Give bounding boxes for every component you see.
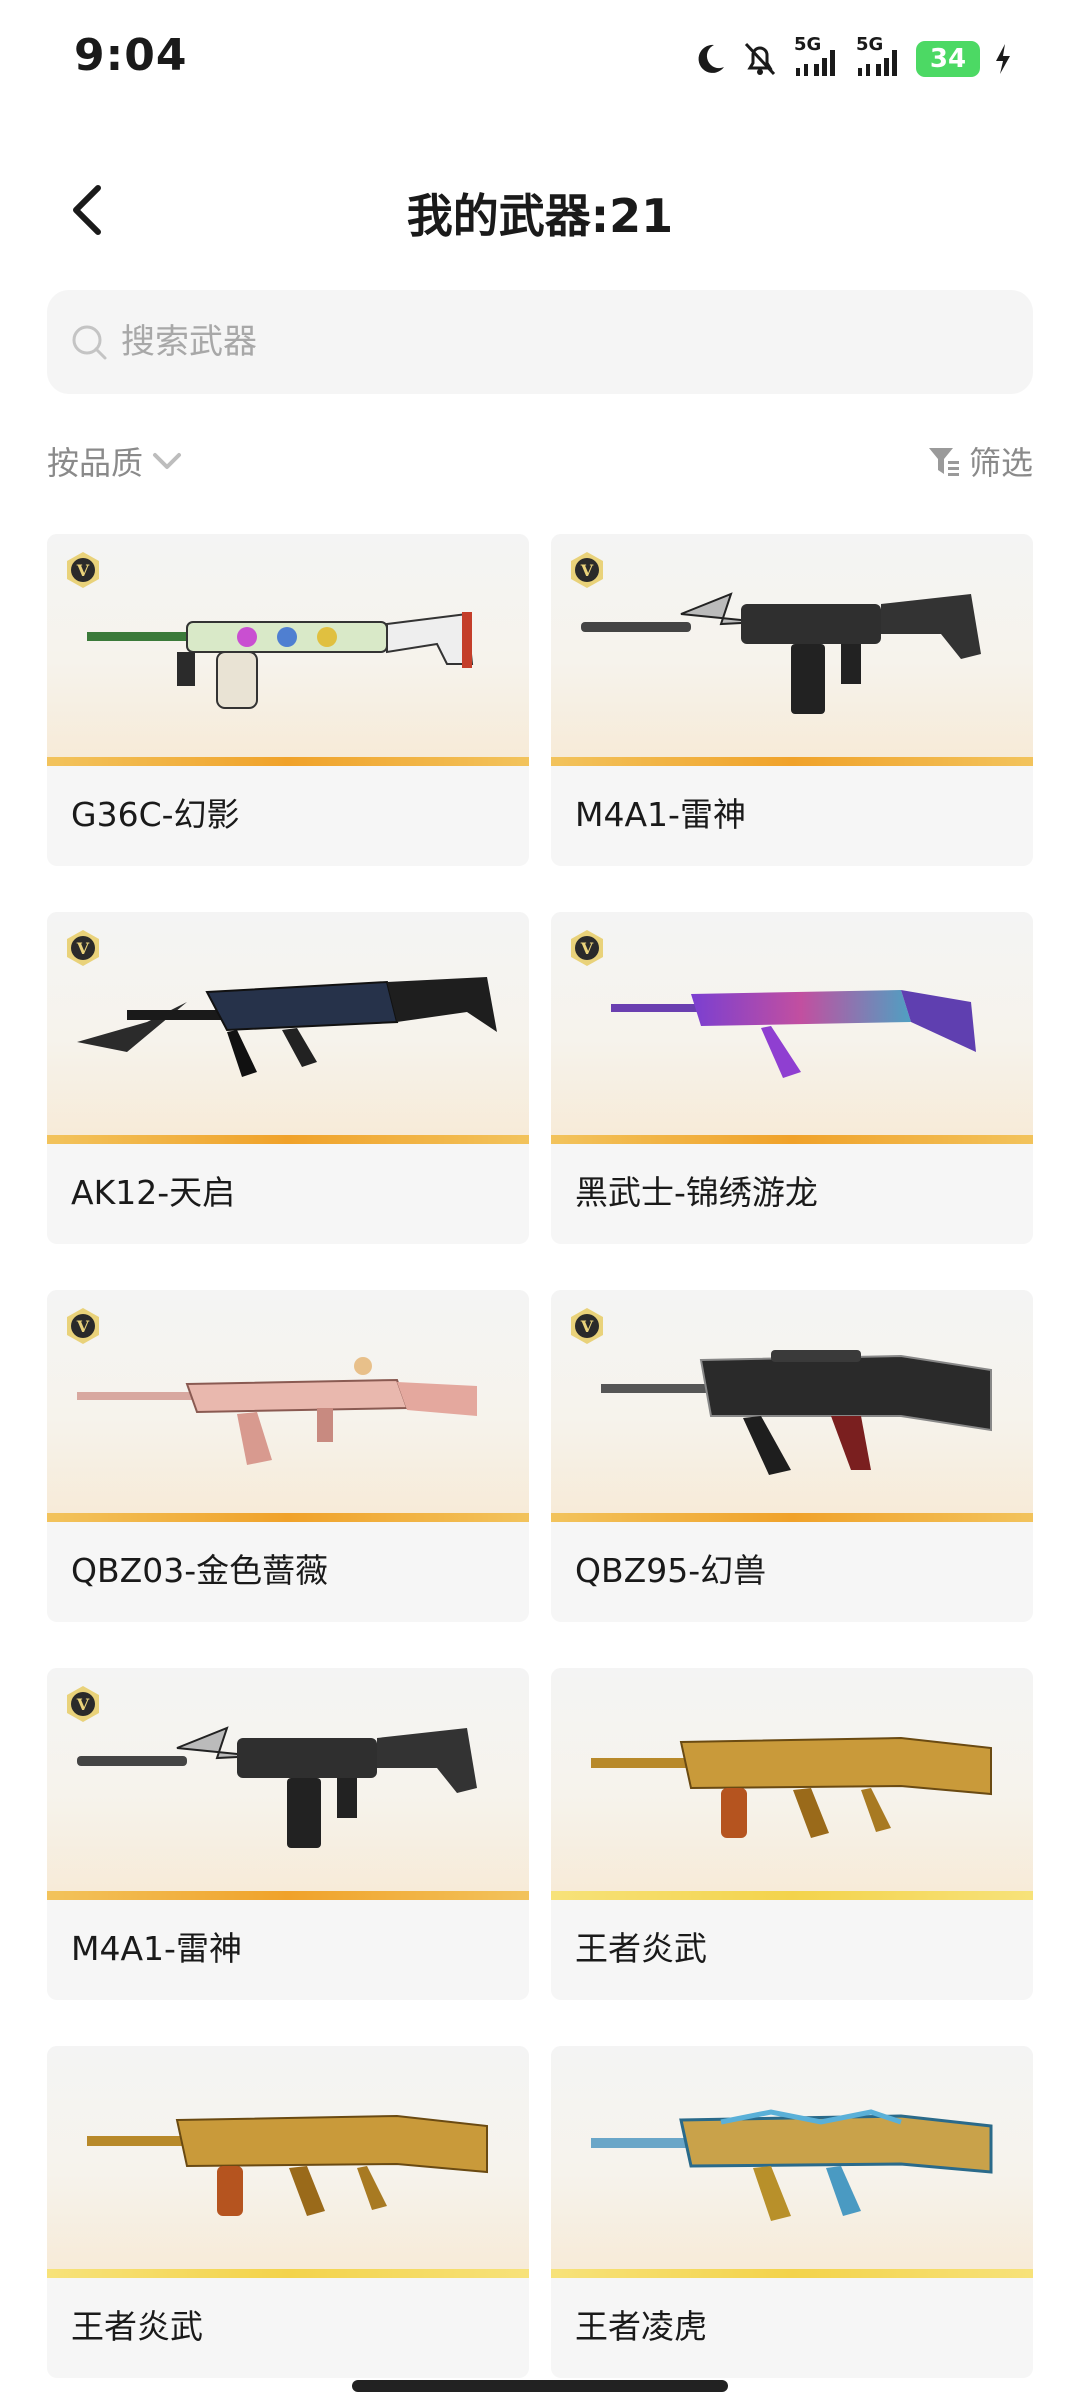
weapon-card[interactable]: V M4A1-雷神 <box>551 534 1033 866</box>
weapon-image: V <box>551 912 1033 1144</box>
sort-by-quality-dropdown[interactable]: 按品质 <box>47 438 183 484</box>
search-icon <box>69 322 109 362</box>
rifle-icon <box>581 592 981 714</box>
rarity-stripe <box>551 757 1033 766</box>
rarity-stripe <box>47 757 529 766</box>
rarity-stripe <box>551 1135 1033 1144</box>
filter-label: 筛选 <box>968 444 1033 482</box>
filter-button[interactable]: 筛选 <box>927 438 1033 484</box>
rarity-stripe <box>551 2269 1033 2278</box>
weapon-name: G36C-幻影 <box>71 795 240 834</box>
rarity-stripe <box>551 1891 1033 1900</box>
rifle-icon <box>87 2114 488 2216</box>
home-indicator[interactable] <box>352 2380 728 2392</box>
rarity-stripe <box>47 1135 529 1144</box>
rifle-icon <box>601 1350 992 1475</box>
rifle-icon <box>77 977 497 1077</box>
weapon-name: AK12-天启 <box>71 1173 236 1212</box>
weapon-name: QBZ95-幻兽 <box>575 1551 767 1590</box>
rifle-icon <box>611 990 976 1078</box>
weapon-card[interactable]: 王者炎武 <box>551 1668 1033 2000</box>
status-bar: 9:04 5G 5G 34 <box>0 0 1080 120</box>
filter-row: 按品质 筛选 <box>47 438 1033 494</box>
filter-icon <box>928 448 959 476</box>
weapon-card[interactable]: V M4A1-雷神 <box>47 1668 529 2000</box>
page-title: 我的武器:21 <box>406 189 674 243</box>
weapon-image: V <box>47 1290 529 1522</box>
bell-off-icon <box>742 40 778 78</box>
moon-icon <box>692 41 728 77</box>
weapon-image: V <box>551 1290 1033 1522</box>
rifle-icon <box>591 1736 992 1838</box>
weapon-card[interactable]: V QBZ95-幻兽 <box>551 1290 1033 1622</box>
weapon-card[interactable]: V QBZ03-金色蔷薇 <box>47 1290 529 1622</box>
weapon-image: V <box>47 912 529 1144</box>
weapon-image: V <box>47 534 529 766</box>
weapon-name: 王者炎武 <box>71 2307 203 2346</box>
charging-icon <box>994 42 1012 76</box>
weapon-name: QBZ03-金色蔷薇 <box>71 1551 329 1590</box>
status-time: 9:04 <box>74 30 188 81</box>
weapon-image <box>551 2046 1033 2278</box>
network-label: 5G <box>794 34 822 55</box>
signal-icon: 5G <box>854 34 902 78</box>
weapon-name: 王者炎武 <box>575 1929 707 1968</box>
weapon-image <box>47 2046 529 2278</box>
weapon-name: M4A1-雷神 <box>71 1929 242 1968</box>
status-icons: 5G 5G 34 <box>692 34 1012 84</box>
rarity-stripe <box>47 1513 529 1522</box>
network-label: 5G <box>856 34 884 55</box>
app-header: 我的武器:21 <box>0 160 1080 260</box>
search-input[interactable] <box>119 321 1033 363</box>
weapon-card[interactable]: V G36C-幻影 <box>47 534 529 866</box>
rarity-stripe <box>47 2269 529 2278</box>
signal-icon: 5G <box>792 34 840 78</box>
weapon-image: V <box>47 1668 529 1900</box>
rifle-icon <box>591 2109 993 2221</box>
battery-icon: 34 <box>916 41 980 77</box>
rifle-icon <box>87 612 474 709</box>
rarity-stripe <box>551 1513 1033 1522</box>
search-bar[interactable] <box>47 290 1033 394</box>
weapon-name: M4A1-雷神 <box>575 795 746 834</box>
weapon-card[interactable]: V AK12-天启 <box>47 912 529 1244</box>
sort-label: 按品质 <box>47 444 144 482</box>
rarity-stripe <box>47 1891 529 1900</box>
weapon-card[interactable]: 王者炎武 <box>47 2046 529 2378</box>
weapon-name: 黑武士-锦绣游龙 <box>575 1173 818 1212</box>
rifle-icon <box>77 1726 477 1848</box>
rifle-icon <box>77 1357 477 1465</box>
weapon-name: 王者凌虎 <box>575 2307 707 2346</box>
weapon-image: V <box>551 534 1033 766</box>
chevron-down-icon <box>153 453 182 469</box>
weapon-card[interactable]: V 黑武士-锦绣游龙 <box>551 912 1033 1244</box>
weapon-image <box>551 1668 1033 1900</box>
weapon-card[interactable]: 王者凌虎 <box>551 2046 1033 2378</box>
